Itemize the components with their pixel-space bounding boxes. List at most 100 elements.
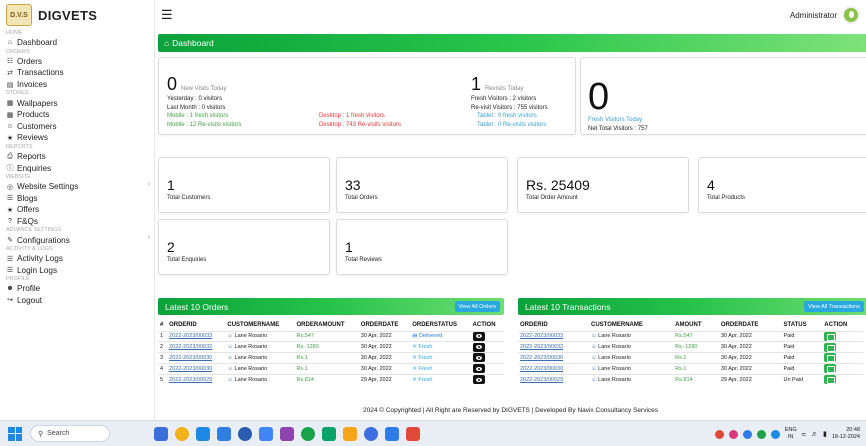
column-header: CUSTOMERNAME [227,322,280,329]
order-id-link[interactable]: 2022-2023/00032 [518,341,589,353]
print-icon: ⎙ [7,152,13,160]
sidebar-item-reviews[interactable]: ★ Reviews [0,132,154,144]
tablet-fresh: Tablet : 0 fresh visitors [477,113,537,120]
sidebar-item-label: Reports [17,152,46,162]
sidebar-section-title: PROFILE [6,276,30,283]
sidebar-item-activity-logs[interactable]: ☰ Activity Logs [0,253,154,265]
order-id-link[interactable]: 2022-2023/00030 [167,352,226,364]
taskbar-app-icon[interactable] [154,426,168,441]
taskbar-app-icon[interactable] [364,426,378,441]
taskbar-app-icon[interactable] [217,426,231,441]
stat-value: 1 [345,239,353,255]
order-id-link[interactable]: 2022-2023/00033 [167,330,226,342]
tray-app-icon[interactable] [742,429,752,439]
page-title: Dashboard [172,38,214,48]
taskbar-app-icon[interactable] [322,426,336,441]
taskbar-app-icon[interactable] [343,426,357,441]
windows-start-icon[interactable] [8,426,22,441]
language-indicator[interactable]: ENG IN [785,427,797,441]
stat-card-orders: 33 Total Orders [336,157,508,213]
clock[interactable]: 20:48 18-12-2024 [832,427,860,441]
action-cell [822,362,863,375]
user-icon: ☺ [227,365,235,372]
taskbar-app-icon[interactable] [385,426,399,441]
sidebar-item-wallpapers[interactable]: ▦ Wallpapers [0,97,154,109]
sidebar-item-reports[interactable]: ⎙ Reports [0,151,154,163]
receipt-icon[interactable] [824,364,837,374]
view-eye-icon[interactable] [472,364,485,374]
net-total-visitors: Net Total Visitors : 757 [588,125,648,132]
customer-name: Lane Rosario [234,376,268,383]
receipt-icon[interactable] [824,342,837,352]
table-row: 4 2022-2023/00030 ☺ Lane Rosario Rs.1 30 Apr… [158,362,504,375]
tray-app-icon[interactable] [714,429,724,439]
brand[interactable]: D.V.S DIGVETS [0,0,154,30]
customer-name: Lane Rosario [598,376,631,383]
receipt-icon[interactable] [824,331,837,341]
taskbar-app-icon[interactable] [280,426,294,441]
order-status-cell: ✳ Fresh [410,362,471,375]
sidebar-item-logout[interactable]: ↪ Logout [0,295,154,307]
payment-status: Paid [781,330,823,342]
home-icon: ⌂ [164,38,170,48]
sidebar-item-f-qs[interactable]: ? F&Qs [0,216,154,228]
dashboard-header: ⌂ Dashboard [158,34,866,52]
taskbar-app-icon[interactable] [406,426,420,441]
order-id-link[interactable]: 2022-2023/00030 [167,362,226,375]
order-id-link[interactable]: 2022-2023/00029 [518,373,589,385]
taskbar-app-icon[interactable] [175,426,189,441]
transaction-amount: Rs.547 [673,330,719,342]
wifi-icon[interactable]: ≈ [802,430,806,439]
tray-app-icon[interactable] [770,429,780,439]
sidebar-item-profile[interactable]: ☻ Profile [0,283,154,295]
customer-name-cell: ☺ Lane Rosario [225,330,295,342]
order-id-link[interactable]: 2022-2023/00030 [518,352,589,364]
view-eye-icon[interactable] [472,353,485,363]
system-tray: ENG IN ≈ ♬ ▮ 20:48 18-12-2024 [714,421,860,446]
taskbar-app-icon[interactable] [196,426,210,441]
sidebar-item-blogs[interactable]: ☰ Blogs [0,193,154,205]
sidebar-item-offers[interactable]: ★ Offers [0,204,154,216]
chevron-right-icon: › [147,234,150,242]
taskbar-app-icon[interactable] [259,426,273,441]
taskbar-search[interactable]: ⚲ Search [30,425,110,442]
receipt-icon[interactable] [824,353,837,363]
sidebar-item-invoices[interactable]: ▤ Invoices [0,79,154,91]
view-all-transactions-button[interactable]: View All Transactions [804,301,864,312]
order-id-link[interactable]: 2022-2023/00032 [167,341,226,353]
sidebar-item-configurations[interactable]: ✎ Configurations › [0,234,154,246]
sidebar-item-website-settings[interactable]: ◎ Website Settings › [0,181,154,193]
lang-code: ENG [784,427,797,433]
order-id-link[interactable]: 2022-2023/00030 [518,362,589,375]
tray-app-icon[interactable] [728,429,738,439]
battery-icon[interactable]: ▮ [823,430,827,438]
sidebar-item-dashboard[interactable]: ⌂ Dashboard [0,37,154,49]
sidebar-item-transactions[interactable]: ⇄ Transactions [0,67,154,79]
menu-toggle-icon[interactable]: ☰ [161,7,173,23]
stat-value: 4 [707,177,715,193]
view-eye-icon[interactable] [472,331,485,341]
order-id-link[interactable]: 2022-2023/00033 [518,330,589,342]
sidebar-item-orders[interactable]: ☷ Orders [0,56,154,68]
sidebar-item-products[interactable]: ▦ Products [0,109,154,121]
user-menu[interactable]: Administrator [790,6,860,24]
order-date: 30 Apr, 2022 [358,362,411,375]
volume-icon[interactable]: ♬ [811,431,818,438]
sidebar-item-login-logs[interactable]: ☰ Login Logs [0,265,154,277]
stat-label: Total Products [707,195,746,201]
view-eye-icon[interactable] [472,375,485,385]
new-visits-label: New Visits Today [181,86,227,92]
order-id-link[interactable]: 2022-2023/00029 [167,373,226,385]
receipt-icon[interactable] [824,375,837,385]
taskbar-app-icon[interactable] [238,426,252,441]
sidebar-item-enquiries[interactable]: ⓘ Enquiries [0,162,154,174]
view-all-orders-button[interactable]: View All Orders [454,301,500,312]
stat-card-enquiries: 2 Total Enquiries [158,219,330,275]
brand-name: DIGVETS [38,7,98,23]
view-eye-icon[interactable] [472,342,485,352]
star-icon: ★ [6,206,14,214]
orders-title: Latest 10 Orders [165,301,229,312]
sidebar-item-customers[interactable]: ☺ Customers [0,121,154,133]
taskbar-app-icon[interactable] [301,426,315,441]
tray-app-icon[interactable] [756,429,766,439]
